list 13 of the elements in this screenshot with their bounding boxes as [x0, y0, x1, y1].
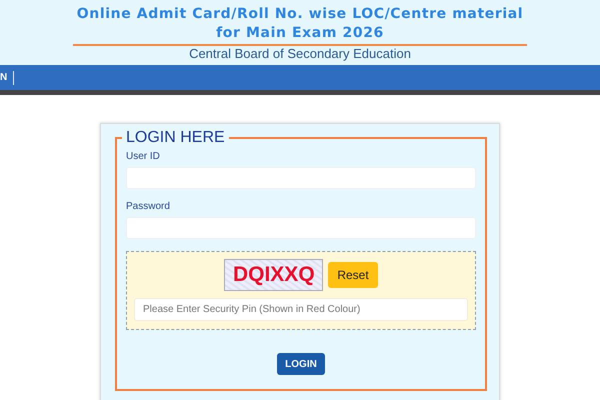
page-title: Online Admit Card/Roll No. wise LOC/Centre material — [76, 5, 524, 24]
reset-button[interactable]: Reset — [328, 262, 378, 288]
board-name: Central Board of Secondary Education — [189, 46, 411, 62]
field-label: Password — [126, 201, 171, 212]
input-field[interactable] — [126, 167, 476, 189]
nav-link[interactable]: N — [0, 70, 14, 84]
page-title: for Main Exam 2026 — [216, 24, 384, 43]
captcha-image: DQIXXQ — [224, 259, 324, 291]
field-label: User ID — [126, 151, 161, 162]
login-heading: LOGIN HERE — [125, 129, 226, 147]
security-pin-field[interactable]: Please Enter Security Pin (Shown in Red Colour) — [134, 298, 468, 321]
login-button[interactable]: LOGIN — [277, 353, 325, 375]
input-field[interactable] — [126, 217, 476, 239]
